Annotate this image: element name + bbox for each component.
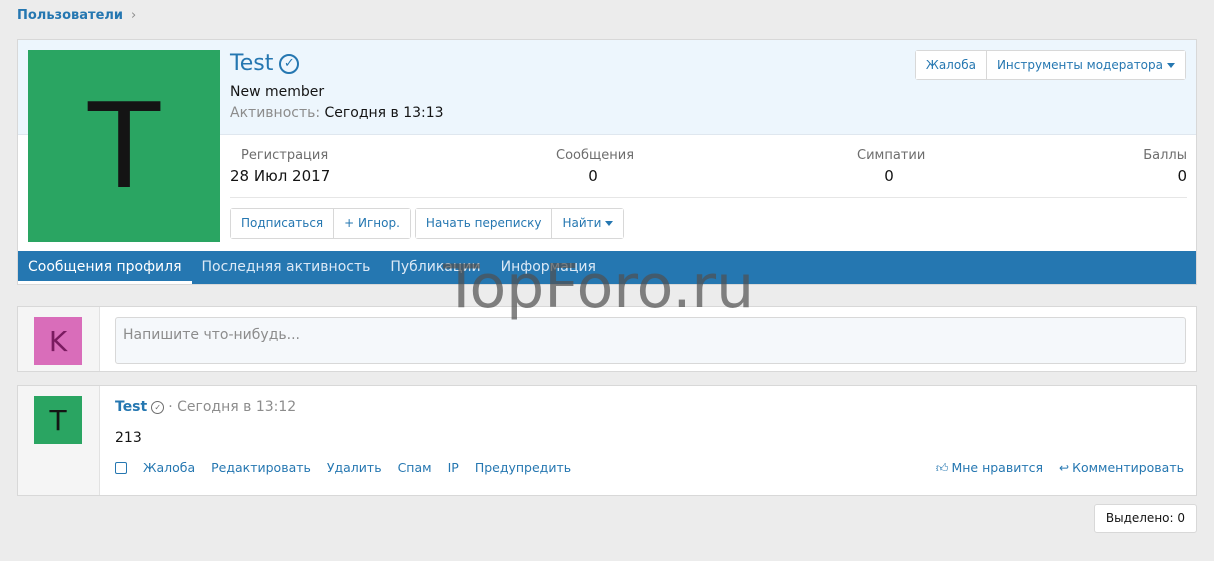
tab-profile-posts[interactable]: Сообщения профиля	[18, 251, 192, 284]
caret-down-icon	[1167, 63, 1175, 68]
tab-postings[interactable]: Публикации	[380, 251, 490, 284]
stat-points-value: 0	[1177, 167, 1187, 185]
moderator-tools-label: Инструменты модератора	[996, 58, 1163, 72]
stat-likes-value: 0	[884, 167, 894, 185]
profile-moderation-buttons: Жалоба Инструменты модератора	[914, 50, 1186, 80]
post-box-arrow	[100, 327, 110, 347]
profile-post: T Test ✓ · Сегодня в 13:12 213 Жалоба Ре…	[17, 385, 1197, 496]
follow-button[interactable]: Подписаться	[231, 209, 335, 238]
stat-messages[interactable]: Сообщения 0	[556, 148, 635, 185]
profile-post-input[interactable]: Напишите что-нибудь...	[115, 317, 1186, 364]
follow-ignore-group: Подписаться + Игнор.	[230, 208, 411, 239]
post-delete-link[interactable]: Удалить	[327, 460, 382, 475]
profile-stats: Регистрация 28 Июл 2017 Сообщения 0 Симп…	[230, 148, 1187, 198]
profile-tabs: Сообщения профиля Последняя активность П…	[18, 251, 1196, 284]
post-warn-link[interactable]: Предупредить	[475, 460, 571, 475]
caret-down-icon	[605, 221, 614, 226]
post-report-link[interactable]: Жалоба	[143, 460, 195, 475]
tab-about[interactable]: Информация	[491, 251, 606, 284]
post-header: Test ✓ · Сегодня в 13:12	[115, 399, 296, 415]
profile-username: Test ✓	[230, 51, 300, 76]
comment-button[interactable]: ↩ Комментировать	[1059, 460, 1184, 476]
comment-label: Комментировать	[1072, 460, 1184, 475]
new-profile-post: K Напишите что-нибудь...	[17, 306, 1197, 372]
stat-registration: Регистрация 28 Июл 2017	[230, 148, 330, 185]
tab-latest-activity[interactable]: Последняя активность	[192, 251, 381, 284]
activity-label: Активность:	[230, 105, 321, 121]
find-button[interactable]: Найти	[552, 209, 624, 238]
post-author-link[interactable]: Test	[115, 399, 147, 415]
last-activity: Активность: Сегодня в 13:13	[230, 105, 444, 121]
find-label: Найти	[562, 216, 602, 230]
current-user-avatar[interactable]: K	[34, 317, 82, 365]
username-text[interactable]: Test	[230, 51, 273, 76]
stat-points-label: Баллы	[1143, 148, 1187, 163]
post-author-avatar[interactable]: T	[34, 396, 82, 444]
thumbs-up-icon: 👍︎	[935, 461, 949, 475]
profile-actions: Подписаться + Игнор. Начать переписку На…	[230, 208, 625, 239]
selected-counter-button[interactable]: Выделено: 0	[1093, 504, 1197, 533]
ignore-button[interactable]: + Игнор.	[334, 209, 410, 238]
profile-header: T Test ✓ New member Активность: Сегодня …	[17, 39, 1197, 285]
activity-value: Сегодня в 13:13	[324, 105, 444, 121]
conversation-find-group: Начать переписку Найти	[414, 208, 625, 239]
like-button[interactable]: 👍︎ Мне нравится	[936, 460, 1043, 476]
stat-registration-label: Регистрация	[241, 148, 329, 163]
reply-icon: ↩	[1059, 461, 1070, 475]
post-edit-link[interactable]: Редактировать	[211, 460, 311, 475]
user-title: New member	[230, 84, 325, 100]
verified-icon: ✓	[279, 53, 300, 74]
moderator-tools-button[interactable]: Инструменты модератора	[986, 51, 1185, 79]
post-spam-link[interactable]: Спам	[398, 460, 432, 475]
post-actions: Жалоба Редактировать Удалить Спам IP Пре…	[115, 460, 571, 475]
stat-registration-value: 28 Июл 2017	[230, 167, 331, 185]
report-button[interactable]: Жалоба	[915, 51, 987, 79]
post-body: 213	[115, 430, 142, 446]
select-post-checkbox[interactable]	[115, 461, 127, 474]
breadcrumb: Пользователи ›	[17, 8, 136, 23]
profile-avatar[interactable]: T	[28, 50, 220, 242]
verified-icon: ✓	[151, 400, 165, 414]
like-label: Мне нравится	[951, 460, 1044, 475]
post-ip-link[interactable]: IP	[448, 460, 459, 475]
start-conversation-button[interactable]: Начать переписку	[415, 209, 553, 238]
chevron-right-icon: ›	[131, 8, 137, 23]
stat-messages-value: 0	[588, 167, 598, 185]
stat-likes-label: Симпатии	[857, 148, 926, 163]
breadcrumb-users-link[interactable]: Пользователи	[17, 8, 123, 23]
stat-likes: Симпатии 0	[857, 148, 926, 185]
post-reactions: 👍︎ Мне нравится ↩ Комментировать	[936, 460, 1184, 476]
stat-messages-label: Сообщения	[556, 148, 635, 163]
stat-points[interactable]: Баллы 0	[1143, 148, 1187, 185]
post-time[interactable]: · Сегодня в 13:12	[168, 399, 296, 415]
